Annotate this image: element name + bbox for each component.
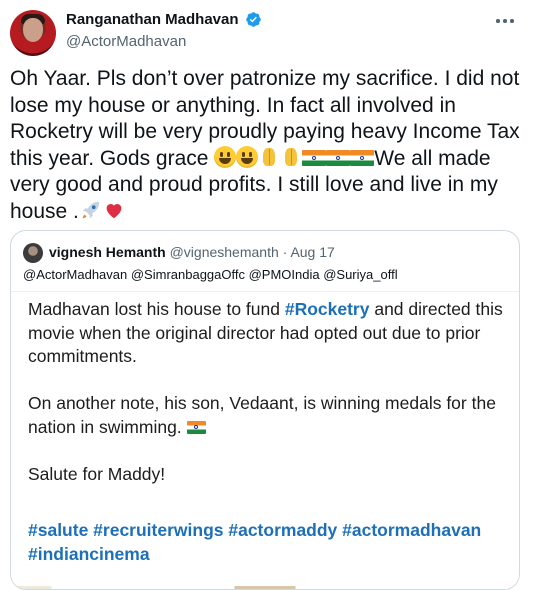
quoted-display-name[interactable]: vignesh Hemanth xyxy=(49,244,166,260)
more-options-icon[interactable] xyxy=(492,12,518,30)
quoted-image-text: Madhavan lost his house to fund #Rocketr… xyxy=(28,298,508,486)
india-flag-icon xyxy=(350,149,375,166)
quoted-avatar[interactable] xyxy=(23,243,43,263)
india-flag-icon xyxy=(326,149,351,166)
india-flag-icon xyxy=(186,420,206,434)
quoted-date[interactable]: Aug 17 xyxy=(290,244,334,260)
smiling-face-icon xyxy=(236,145,259,168)
image-text-para2: On another note, his son, Vedaant, is wi… xyxy=(28,393,501,437)
quoted-separator: · xyxy=(278,244,291,260)
quoted-mentions: @ActorMadhavan @SimranbaggaOffc @PMOIndi… xyxy=(23,267,398,282)
image-text-para3: Salute for Maddy! xyxy=(28,463,166,484)
quoted-image[interactable]: Madhavan lost his house to fund #Rocketr… xyxy=(11,291,519,589)
folded-hands-icon xyxy=(258,146,280,168)
folded-hands-icon xyxy=(280,146,302,168)
verified-badge-icon xyxy=(245,12,261,27)
rocket-icon xyxy=(82,201,100,218)
avatar[interactable] xyxy=(10,10,56,56)
author-name-row: Ranganathan Madhavan xyxy=(66,11,262,28)
author-display-name[interactable]: Ranganathan Madhavan xyxy=(66,11,239,28)
avatar-face xyxy=(23,18,43,42)
smiling-face-icon xyxy=(214,145,237,168)
india-flag-icon xyxy=(302,149,327,166)
quoted-header: vignesh Hemanth @vigneshemanth · Aug 17 xyxy=(49,244,335,260)
image-hashtags: #salute #recruiterwings #actormaddy #act… xyxy=(28,520,482,564)
image-hashtag-rocketry: #Rocketry xyxy=(284,299,370,319)
quoted-handle[interactable]: @vigneshemanth xyxy=(170,244,279,260)
tweet-text: Oh Yaar. Pls don’t over patronize my sac… xyxy=(10,66,525,225)
tweet-card[interactable]: Ranganathan Madhavan @ActorMadhavan Oh Y… xyxy=(0,0,534,590)
image-text-line1: Madhavan lost his house to fund xyxy=(28,299,285,319)
author-handle[interactable]: @ActorMadhavan xyxy=(66,33,186,50)
image-bottom-strip xyxy=(11,586,519,589)
red-heart-icon xyxy=(106,203,122,218)
quoted-tweet[interactable]: vignesh Hemanth @vigneshemanth · Aug 17 … xyxy=(10,230,520,590)
